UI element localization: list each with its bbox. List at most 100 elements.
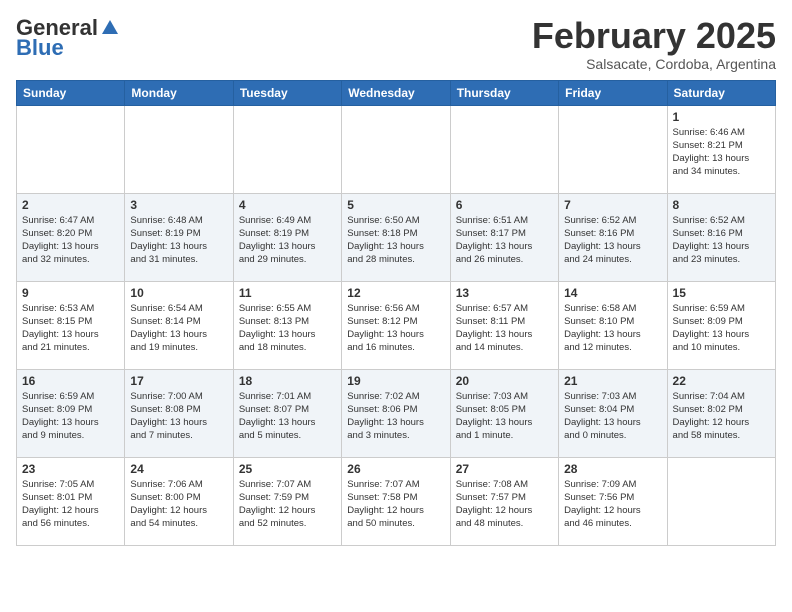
month-title: February 2025 — [532, 16, 776, 56]
calendar-cell: 13 Sunrise: 6:57 AM Sunset: 8:11 PM Dayli… — [450, 281, 558, 369]
calendar-cell: 6 Sunrise: 6:51 AM Sunset: 8:17 PM Daylig… — [450, 193, 558, 281]
calendar-cell — [559, 105, 667, 193]
day-number: 18 — [239, 374, 336, 388]
calendar-cell: 4 Sunrise: 6:49 AM Sunset: 8:19 PM Daylig… — [233, 193, 341, 281]
day-number: 8 — [673, 198, 770, 212]
day-info: Sunrise: 7:06 AM Sunset: 8:00 PM Dayligh… — [130, 478, 227, 531]
day-number: 20 — [456, 374, 553, 388]
day-info: Sunrise: 7:08 AM Sunset: 7:57 PM Dayligh… — [456, 478, 553, 531]
day-info: Sunrise: 6:47 AM Sunset: 8:20 PM Dayligh… — [22, 214, 119, 267]
day-info: Sunrise: 7:02 AM Sunset: 8:06 PM Dayligh… — [347, 390, 444, 443]
day-number: 22 — [673, 374, 770, 388]
day-info: Sunrise: 7:07 AM Sunset: 7:58 PM Dayligh… — [347, 478, 444, 531]
day-info: Sunrise: 6:56 AM Sunset: 8:12 PM Dayligh… — [347, 302, 444, 355]
calendar-cell — [233, 105, 341, 193]
day-number: 16 — [22, 374, 119, 388]
day-number: 23 — [22, 462, 119, 476]
day-info: Sunrise: 7:07 AM Sunset: 7:59 PM Dayligh… — [239, 478, 336, 531]
day-number: 27 — [456, 462, 553, 476]
calendar-cell: 12 Sunrise: 6:56 AM Sunset: 8:12 PM Dayli… — [342, 281, 450, 369]
day-number: 24 — [130, 462, 227, 476]
calendar-table: SundayMondayTuesdayWednesdayThursdayFrid… — [16, 80, 776, 546]
column-header-wednesday: Wednesday — [342, 80, 450, 105]
day-number: 5 — [347, 198, 444, 212]
calendar-cell: 9 Sunrise: 6:53 AM Sunset: 8:15 PM Daylig… — [17, 281, 125, 369]
calendar-cell: 1Sunrise: 6:46 AM Sunset: 8:21 PM Daylig… — [667, 105, 775, 193]
calendar-cell: 14 Sunrise: 6:58 AM Sunset: 8:10 PM Dayli… — [559, 281, 667, 369]
calendar-cell: 20Sunrise: 7:03 AM Sunset: 8:05 PM Dayli… — [450, 369, 558, 457]
calendar-week-row: 1Sunrise: 6:46 AM Sunset: 8:21 PM Daylig… — [17, 105, 776, 193]
day-number: 14 — [564, 286, 661, 300]
calendar-week-row: 23 Sunrise: 7:05 AM Sunset: 8:01 PM Dayli… — [17, 457, 776, 545]
day-info: Sunrise: 6:53 AM Sunset: 8:15 PM Dayligh… — [22, 302, 119, 355]
day-number: 6 — [456, 198, 553, 212]
page-header: General Blue February 2025 Salsacate, Co… — [16, 16, 776, 72]
logo-blue-text: Blue — [16, 36, 64, 60]
day-number: 4 — [239, 198, 336, 212]
calendar-cell — [17, 105, 125, 193]
calendar-cell: 23 Sunrise: 7:05 AM Sunset: 8:01 PM Dayli… — [17, 457, 125, 545]
day-number: 28 — [564, 462, 661, 476]
day-info: Sunrise: 6:59 AM Sunset: 8:09 PM Dayligh… — [673, 302, 770, 355]
calendar-cell: 22 Sunrise: 7:04 AM Sunset: 8:02 PM Dayli… — [667, 369, 775, 457]
column-header-friday: Friday — [559, 80, 667, 105]
day-number: 7 — [564, 198, 661, 212]
day-info: Sunrise: 7:00 AM Sunset: 8:08 PM Dayligh… — [130, 390, 227, 443]
day-info: Sunrise: 6:59 AM Sunset: 8:09 PM Dayligh… — [22, 390, 119, 443]
day-info: Sunrise: 7:03 AM Sunset: 8:04 PM Dayligh… — [564, 390, 661, 443]
day-info: Sunrise: 6:52 AM Sunset: 8:16 PM Dayligh… — [673, 214, 770, 267]
day-info: Sunrise: 7:05 AM Sunset: 8:01 PM Dayligh… — [22, 478, 119, 531]
column-header-tuesday: Tuesday — [233, 80, 341, 105]
calendar-cell: 2 Sunrise: 6:47 AM Sunset: 8:20 PM Daylig… — [17, 193, 125, 281]
day-info: Sunrise: 6:52 AM Sunset: 8:16 PM Dayligh… — [564, 214, 661, 267]
column-header-monday: Monday — [125, 80, 233, 105]
calendar-week-row: 16 Sunrise: 6:59 AM Sunset: 8:09 PM Dayli… — [17, 369, 776, 457]
column-header-thursday: Thursday — [450, 80, 558, 105]
calendar-cell: 25 Sunrise: 7:07 AM Sunset: 7:59 PM Dayli… — [233, 457, 341, 545]
day-number: 13 — [456, 286, 553, 300]
day-number: 12 — [347, 286, 444, 300]
calendar-cell: 5Sunrise: 6:50 AM Sunset: 8:18 PM Daylig… — [342, 193, 450, 281]
day-number: 21 — [564, 374, 661, 388]
calendar-cell: 16 Sunrise: 6:59 AM Sunset: 8:09 PM Dayli… — [17, 369, 125, 457]
day-number: 10 — [130, 286, 227, 300]
day-number: 1 — [673, 110, 770, 124]
calendar-cell: 7 Sunrise: 6:52 AM Sunset: 8:16 PM Daylig… — [559, 193, 667, 281]
calendar-cell — [342, 105, 450, 193]
column-header-sunday: Sunday — [17, 80, 125, 105]
calendar-cell: 11 Sunrise: 6:55 AM Sunset: 8:13 PM Dayli… — [233, 281, 341, 369]
calendar-cell: 26Sunrise: 7:07 AM Sunset: 7:58 PM Dayli… — [342, 457, 450, 545]
day-info: Sunrise: 7:04 AM Sunset: 8:02 PM Dayligh… — [673, 390, 770, 443]
calendar-cell: 24 Sunrise: 7:06 AM Sunset: 8:00 PM Dayli… — [125, 457, 233, 545]
calendar-header-row: SundayMondayTuesdayWednesdayThursdayFrid… — [17, 80, 776, 105]
day-number: 25 — [239, 462, 336, 476]
day-number: 3 — [130, 198, 227, 212]
calendar-cell: 17Sunrise: 7:00 AM Sunset: 8:08 PM Dayli… — [125, 369, 233, 457]
day-number: 2 — [22, 198, 119, 212]
calendar-cell: 19 Sunrise: 7:02 AM Sunset: 8:06 PM Dayli… — [342, 369, 450, 457]
day-number: 19 — [347, 374, 444, 388]
calendar-cell: 28Sunrise: 7:09 AM Sunset: 7:56 PM Dayli… — [559, 457, 667, 545]
column-header-saturday: Saturday — [667, 80, 775, 105]
calendar-cell: 27 Sunrise: 7:08 AM Sunset: 7:57 PM Dayli… — [450, 457, 558, 545]
title-block: February 2025 Salsacate, Cordoba, Argent… — [532, 16, 776, 72]
day-number: 15 — [673, 286, 770, 300]
day-info: Sunrise: 6:57 AM Sunset: 8:11 PM Dayligh… — [456, 302, 553, 355]
calendar-week-row: 2 Sunrise: 6:47 AM Sunset: 8:20 PM Daylig… — [17, 193, 776, 281]
calendar-cell — [450, 105, 558, 193]
day-info: Sunrise: 6:48 AM Sunset: 8:19 PM Dayligh… — [130, 214, 227, 267]
day-info: Sunrise: 6:55 AM Sunset: 8:13 PM Dayligh… — [239, 302, 336, 355]
calendar-cell: 10Sunrise: 6:54 AM Sunset: 8:14 PM Dayli… — [125, 281, 233, 369]
logo-icon — [100, 18, 120, 38]
day-info: Sunrise: 6:51 AM Sunset: 8:17 PM Dayligh… — [456, 214, 553, 267]
calendar-cell: 15 Sunrise: 6:59 AM Sunset: 8:09 PM Dayli… — [667, 281, 775, 369]
day-info: Sunrise: 6:58 AM Sunset: 8:10 PM Dayligh… — [564, 302, 661, 355]
calendar-cell: 21 Sunrise: 7:03 AM Sunset: 8:04 PM Dayli… — [559, 369, 667, 457]
calendar-cell: 3 Sunrise: 6:48 AM Sunset: 8:19 PM Daylig… — [125, 193, 233, 281]
day-number: 11 — [239, 286, 336, 300]
location-subtitle: Salsacate, Cordoba, Argentina — [532, 56, 776, 72]
day-info: Sunrise: 6:49 AM Sunset: 8:19 PM Dayligh… — [239, 214, 336, 267]
calendar-cell — [125, 105, 233, 193]
day-number: 9 — [22, 286, 119, 300]
calendar-cell — [667, 457, 775, 545]
